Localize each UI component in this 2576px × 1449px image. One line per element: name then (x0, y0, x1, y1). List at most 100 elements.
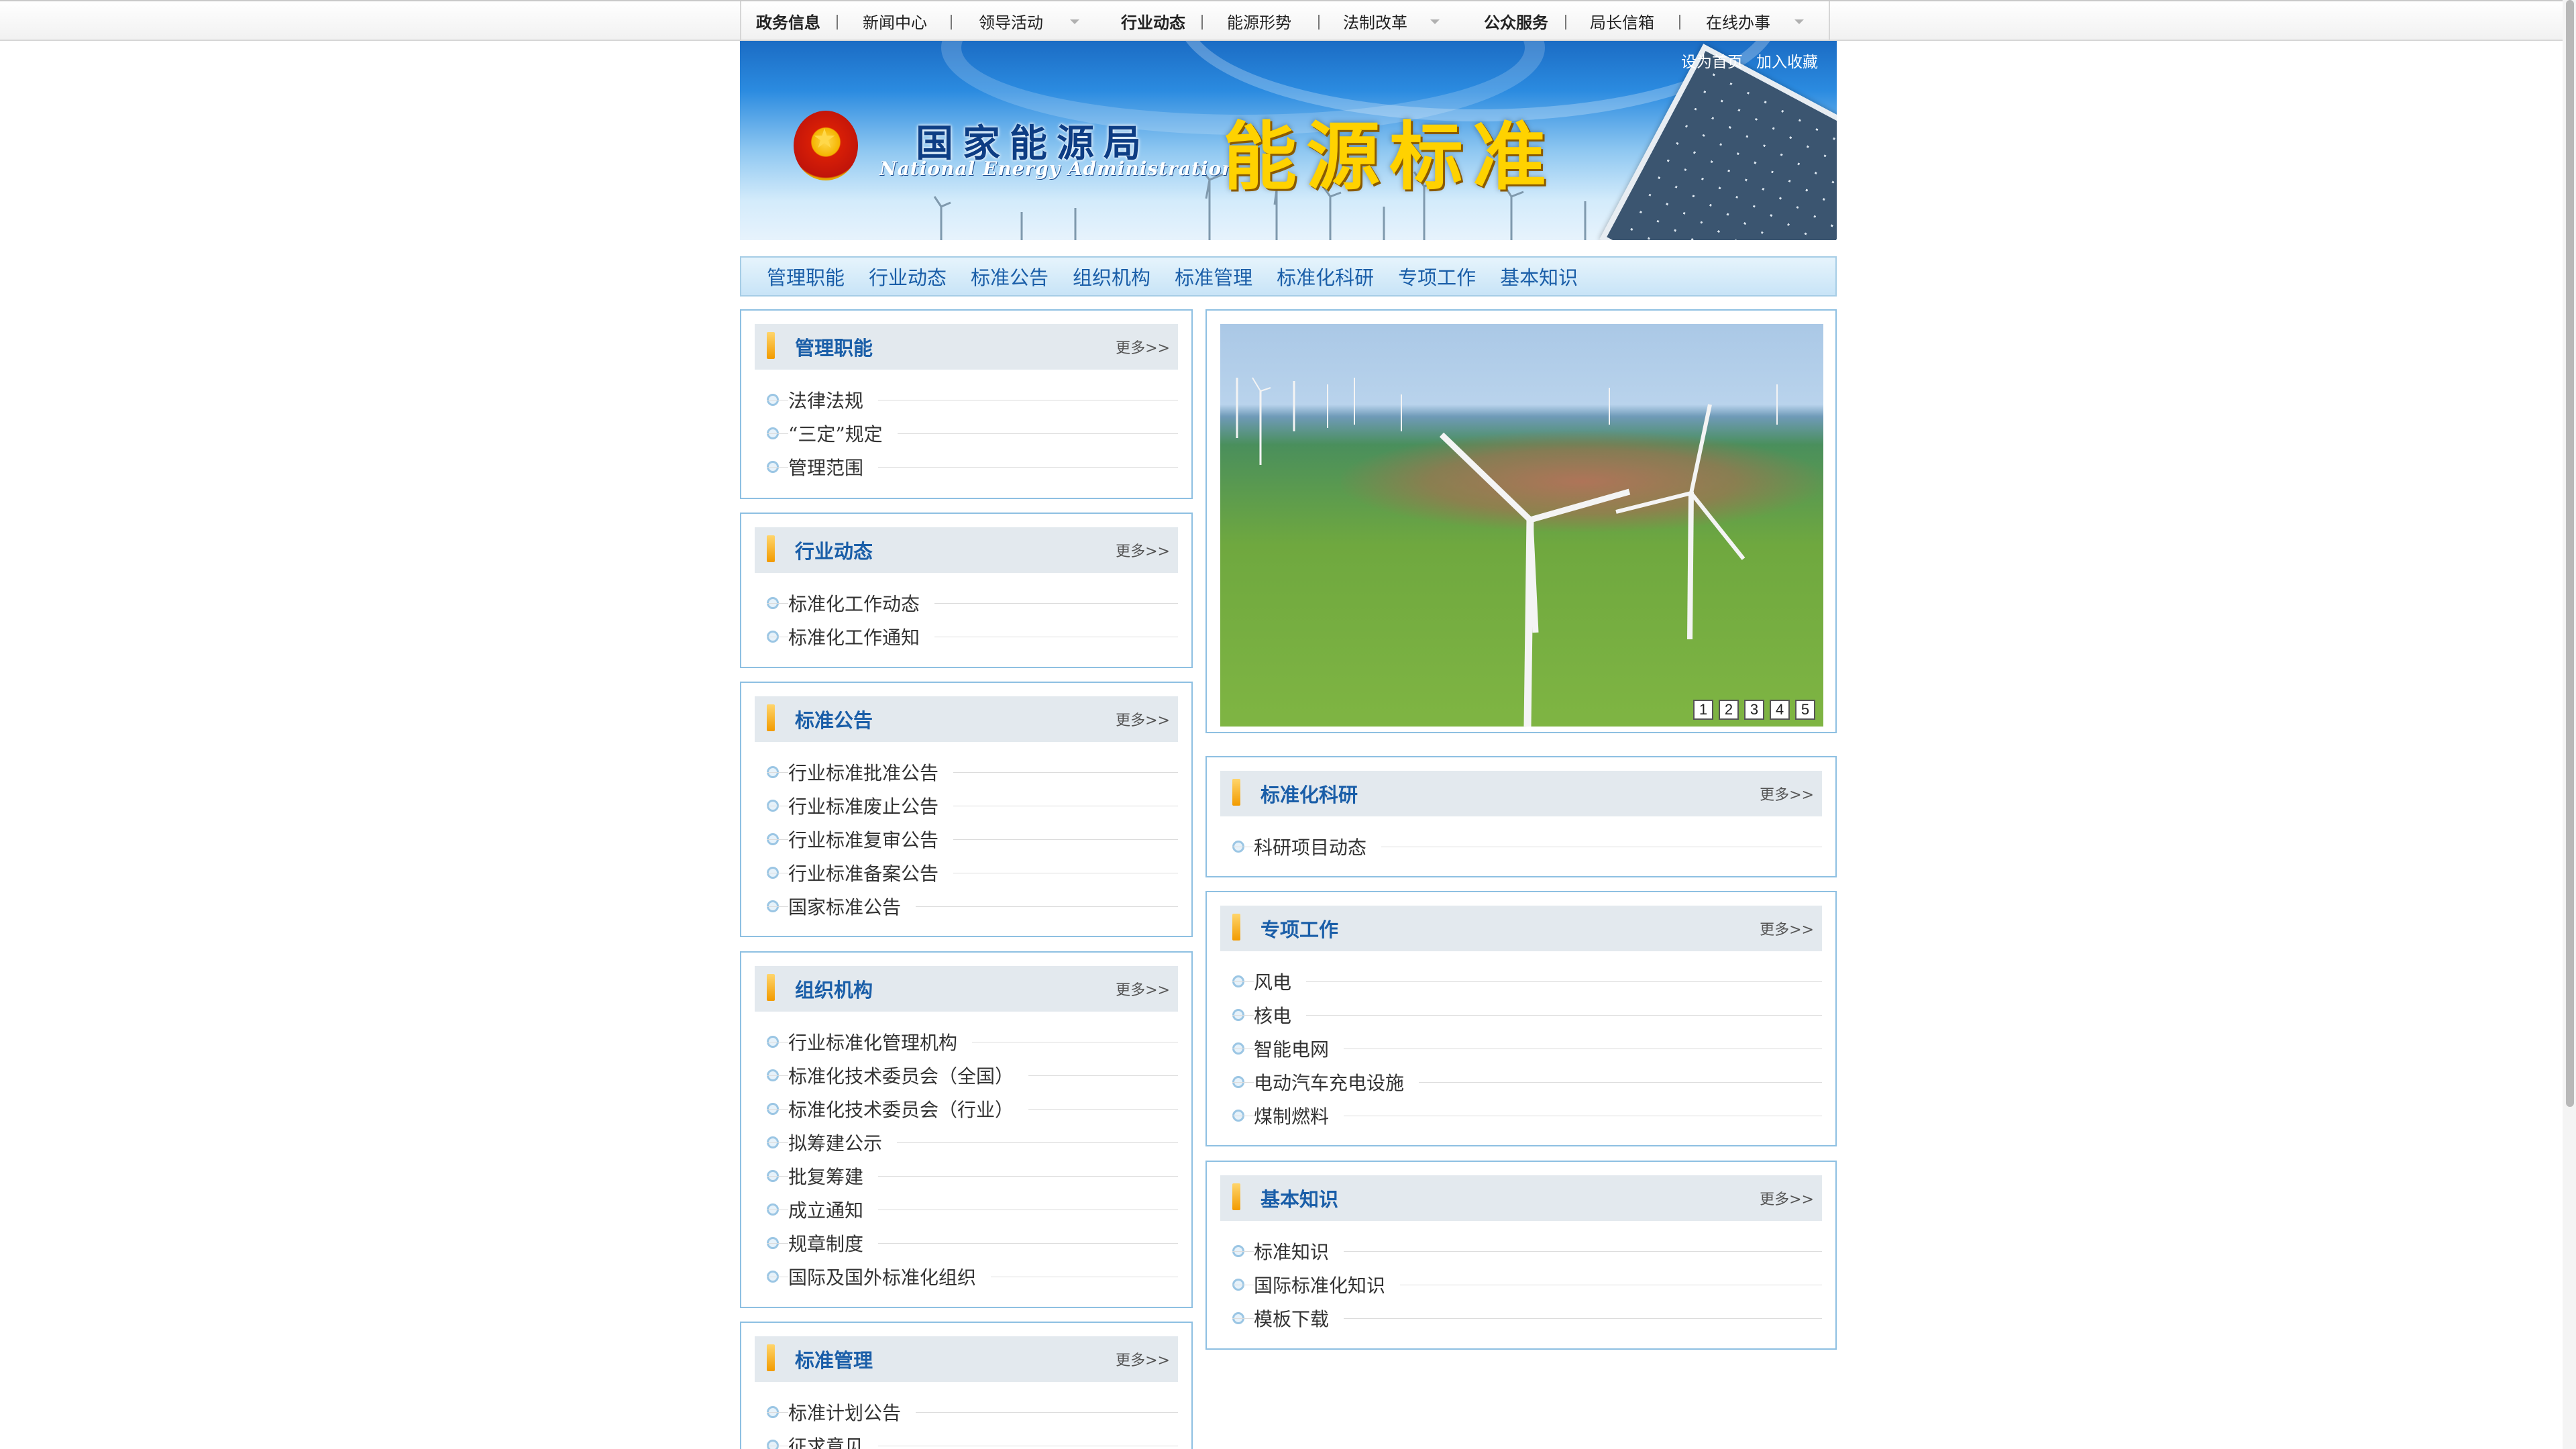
section-title[interactable]: 专项工作 (1260, 914, 1338, 943)
subnav-standard-notices[interactable]: 标准公告 (971, 262, 1049, 290)
nav-item-leader-activities[interactable]: 领导活动 (979, 1, 1043, 41)
list-item[interactable]: 国际标准化知识 (1232, 1268, 1822, 1301)
slide-page-button[interactable]: 4 (1770, 700, 1790, 720)
list-item[interactable]: 标准化技术委员会（行业） (767, 1092, 1178, 1126)
section-box-basic-knowledge: 基本知识 更多>> 标准知识 国际标准化知识 模板下载 (1205, 1161, 1837, 1350)
list-item[interactable]: 成立通知 (767, 1193, 1178, 1226)
more-link[interactable]: 更多>> (1760, 783, 1814, 804)
chevron-down-icon[interactable] (1794, 19, 1804, 24)
list-item[interactable]: 科研项目动态 (1232, 830, 1822, 863)
list-item[interactable]: 智能电网 (1232, 1032, 1822, 1065)
subnav-special-work[interactable]: 专项工作 (1398, 262, 1476, 290)
list-item[interactable]: 风电 (1232, 965, 1822, 998)
list-item[interactable]: 法律法规 (767, 383, 1178, 417)
site-banner: 设为首页 加入收藏 ★ 国家能源局 National Energy Admini… (740, 41, 1837, 240)
slide-page-button[interactable]: 3 (1744, 700, 1764, 720)
section-header: 专项工作 更多>> (1220, 906, 1822, 951)
nav-item-director-mailbox[interactable]: 局长信箱 (1590, 1, 1654, 41)
vertical-scrollbar[interactable] (2563, 0, 2576, 1449)
list-item[interactable]: “三定”规定 (767, 417, 1178, 450)
section-list: 标准化工作动态 标准化工作通知 (767, 586, 1178, 653)
nav-separator (1679, 15, 1680, 30)
list-item[interactable]: 行业标准化管理机构 (767, 1025, 1178, 1059)
section-header: 组织机构 更多>> (755, 966, 1178, 1012)
nav-separator (837, 15, 838, 30)
section-marker-icon (767, 1344, 775, 1371)
section-marker-icon (1232, 914, 1240, 941)
slide-page-button[interactable]: 5 (1795, 700, 1815, 720)
section-title[interactable]: 标准化科研 (1260, 780, 1358, 808)
section-marker-icon (767, 332, 775, 359)
list-item[interactable]: 行业标准复审公告 (767, 822, 1178, 856)
site-title: 能源标准 (1223, 113, 1556, 200)
section-header: 标准公告 更多>> (755, 696, 1178, 742)
list-item[interactable]: 拟筹建公示 (767, 1126, 1178, 1159)
more-link[interactable]: 更多>> (1760, 1187, 1814, 1209)
list-item[interactable]: 批复筹建 (767, 1159, 1178, 1193)
list-item[interactable]: 模板下载 (1232, 1301, 1822, 1335)
more-link[interactable]: 更多>> (1116, 539, 1170, 561)
more-link[interactable]: 更多>> (1116, 1348, 1170, 1370)
section-title[interactable]: 标准管理 (795, 1345, 873, 1373)
scrollbar-thumb[interactable] (2566, 0, 2574, 1107)
list-item[interactable]: 国际及国外标准化组织 (767, 1260, 1178, 1293)
list-item[interactable]: 煤制燃料 (1232, 1099, 1822, 1132)
list-item[interactable]: 电动汽车充电设施 (1232, 1065, 1822, 1099)
nav-item-government-info[interactable]: 政务信息 (756, 1, 820, 41)
nav-separator (1565, 15, 1566, 30)
more-link[interactable]: 更多>> (1760, 918, 1814, 939)
nav-item-news-center[interactable]: 新闻中心 (863, 1, 927, 41)
list-item[interactable]: 核电 (1232, 998, 1822, 1032)
section-box-mgmt: 管理职能 更多>> 法律法规 “三定”规定 管理范围 (740, 309, 1193, 499)
chevron-down-icon[interactable] (1070, 19, 1079, 24)
list-item[interactable]: 行业标准批准公告 (767, 755, 1178, 789)
set-homepage-link[interactable]: 设为首页 (1681, 49, 1743, 72)
slide-page-button[interactable]: 2 (1719, 700, 1739, 720)
more-link[interactable]: 更多>> (1116, 708, 1170, 730)
section-navigation: 管理职能 行业动态 标准公告 组织机构 标准管理 标准化科研 专项工作 基本知识 (740, 256, 1837, 297)
add-favorite-link[interactable]: 加入收藏 (1756, 49, 1818, 72)
org-name-english: National Energy Administration (879, 158, 1236, 180)
section-title[interactable]: 标准公告 (795, 705, 873, 733)
more-link[interactable]: 更多>> (1116, 978, 1170, 1000)
subnav-research[interactable]: 标准化科研 (1277, 262, 1374, 290)
list-item[interactable]: 规章制度 (767, 1226, 1178, 1260)
nav-item-legal-reform[interactable]: 法制改革 (1343, 1, 1407, 41)
list-item[interactable]: 行业标准废止公告 (767, 789, 1178, 822)
subnav-mgmt-functions[interactable]: 管理职能 (767, 262, 845, 290)
chevron-down-icon[interactable] (1430, 19, 1440, 24)
list-item[interactable]: 标准化技术委员会（全国） (767, 1059, 1178, 1092)
list-item[interactable]: 标准化工作动态 (767, 586, 1178, 620)
nav-item-online-service[interactable]: 在线办事 (1706, 1, 1770, 41)
section-title[interactable]: 基本知识 (1260, 1184, 1338, 1212)
section-box-research: 标准化科研 更多>> 科研项目动态 (1205, 756, 1837, 877)
list-item[interactable]: 管理范围 (767, 450, 1178, 484)
section-list: 风电 核电 智能电网 电动汽车充电设施 煤制燃料 (1232, 965, 1822, 1132)
slideshow-image[interactable]: 1 2 3 4 5 (1220, 324, 1823, 727)
list-item[interactable]: 标准化工作通知 (767, 620, 1178, 653)
subnav-standard-mgmt[interactable]: 标准管理 (1175, 262, 1252, 290)
section-title[interactable]: 组织机构 (795, 975, 873, 1003)
nav-item-industry-news[interactable]: 行业动态 (1121, 1, 1185, 41)
slide-page-button[interactable]: 1 (1693, 700, 1713, 720)
section-title[interactable]: 行业动态 (795, 536, 873, 564)
more-link[interactable]: 更多>> (1116, 336, 1170, 358)
list-item[interactable]: 行业标准备案公告 (767, 856, 1178, 890)
section-title[interactable]: 管理职能 (795, 333, 873, 361)
section-list: 标准知识 国际标准化知识 模板下载 (1232, 1234, 1822, 1335)
subnav-industry-news[interactable]: 行业动态 (869, 262, 947, 290)
list-item[interactable]: 标准知识 (1232, 1234, 1822, 1268)
subnav-organization[interactable]: 组织机构 (1073, 262, 1150, 290)
slideshow-box: 1 2 3 4 5 (1205, 309, 1837, 733)
section-marker-icon (1232, 779, 1240, 806)
subnav-basic-knowledge[interactable]: 基本知识 (1500, 262, 1578, 290)
list-item[interactable]: 标准计划公告 (767, 1395, 1178, 1429)
nav-item-energy-situation[interactable]: 能源形势 (1227, 1, 1291, 41)
wind-turbine-photo (1236, 377, 1778, 727)
section-marker-icon (767, 535, 775, 562)
slide-pager: 1 2 3 4 5 (1693, 700, 1815, 720)
section-header: 标准管理 更多>> (755, 1336, 1178, 1382)
list-item[interactable]: 国家标准公告 (767, 890, 1178, 923)
nav-item-public-service[interactable]: 公众服务 (1484, 1, 1548, 41)
list-item[interactable]: 征求意见 (767, 1429, 1178, 1449)
